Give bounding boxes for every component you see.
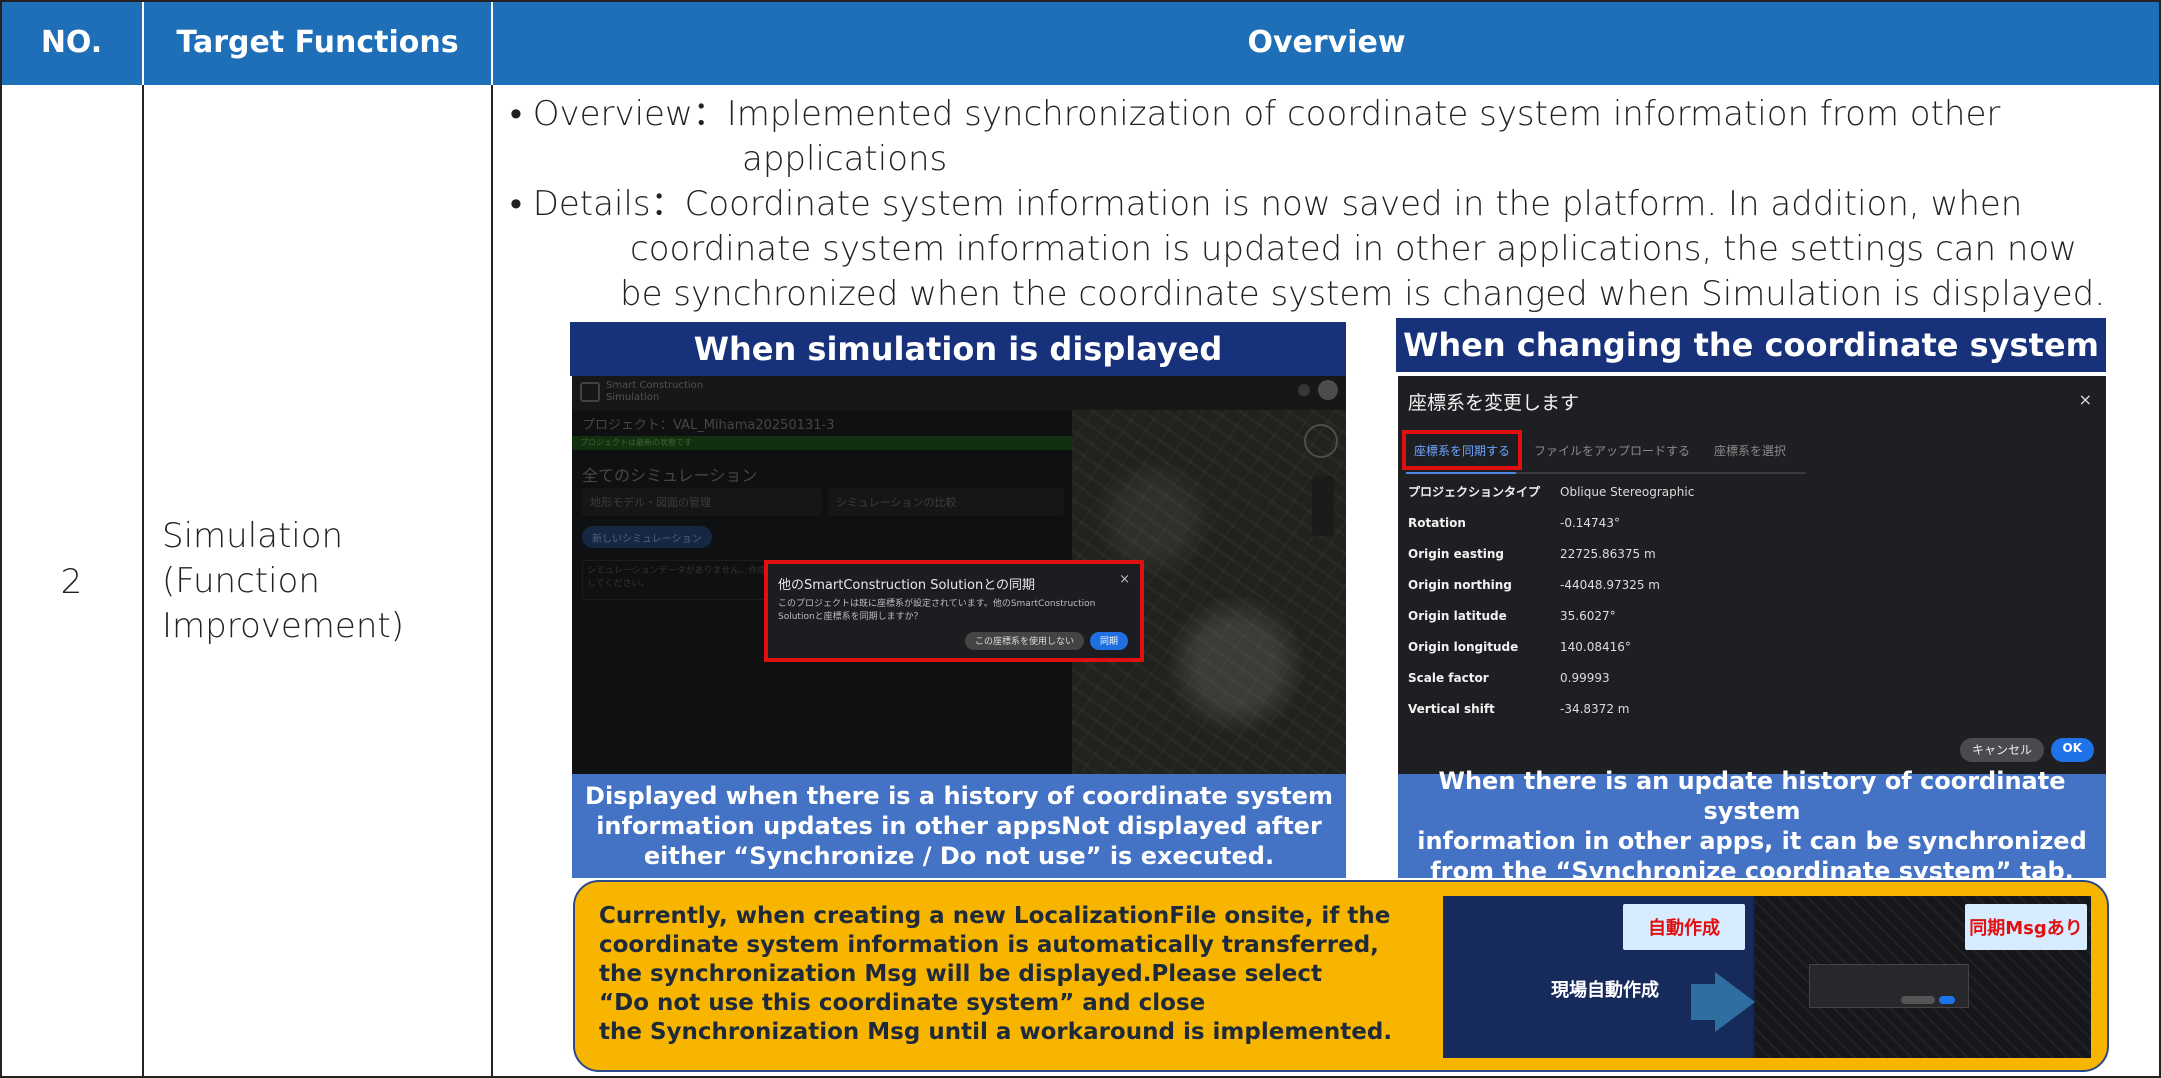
property-row: Scale factor 0.99993 — [1408, 662, 1694, 693]
column-divider — [491, 85, 493, 1078]
target-function-line: Simulation — [162, 516, 344, 556]
sync-msg-tag: 同期Msgあり — [1965, 904, 2087, 950]
caption-line: information in other apps, it can be syn… — [1417, 827, 2087, 855]
property-row: Origin northing -44048.97325 m — [1408, 569, 1694, 600]
target-function-line: Improvement) — [162, 606, 404, 646]
tab-upload-file[interactable]: ファイルをアップロードする — [1522, 430, 1702, 470]
property-value: -34.8372 m — [1560, 701, 1630, 716]
header-overview: Overview — [492, 0, 2161, 85]
note-line: Currently, when creating a new Localizat… — [599, 903, 1391, 929]
tab-sync-coordinate-system[interactable]: 座標系を同期する — [1402, 430, 1523, 470]
row-number: 2 — [60, 561, 83, 602]
ok-button[interactable]: OK — [2050, 738, 2094, 762]
header-divider — [491, 0, 493, 85]
coordinate-dialog-screenshot: 座標系を変更します × 座標系を同期する ファイルをアップロードする 座標系を選… — [1398, 376, 2106, 774]
active-tab-indicator — [1406, 472, 1516, 474]
right-panel-caption: When there is an update history of coord… — [1398, 767, 2106, 885]
workaround-note: Currently, when creating a new Localizat… — [573, 880, 2109, 1072]
close-icon[interactable]: × — [1119, 572, 1130, 587]
site-auto-create-label: 現場自動作成 — [1551, 980, 1659, 1001]
sync-button[interactable]: 同期 — [1089, 632, 1128, 650]
note-line: the synchronization Msg will be displaye… — [599, 961, 1322, 987]
caption-line: When there is an update history of coord… — [1438, 767, 2066, 825]
mini-dialog-button — [1901, 996, 1935, 1004]
close-icon[interactable]: × — [2079, 390, 2092, 409]
note-line: coordinate system information is automat… — [599, 932, 1379, 958]
simulation-screenshot: Smart Construction Simulation プロジェクト：VAL… — [572, 376, 1346, 774]
coordinate-properties: プロジェクションタイプ Oblique Stereographic Rotatio… — [1408, 476, 1694, 724]
header-no: NO. — [0, 0, 143, 85]
caption-line: information updates in other appsNot dis… — [596, 812, 1322, 840]
left-panel-title: When simulation is displayed — [570, 322, 1346, 376]
property-value: 140.08416° — [1560, 639, 1631, 654]
note-line: the Synchronization Msg until a workarou… — [599, 1019, 1393, 1045]
property-row: Origin latitude 35.6027° — [1408, 600, 1694, 631]
property-row: プロジェクションタイプ Oblique Stereographic — [1408, 476, 1694, 507]
details-bullet-line: coordinate system information is updated… — [630, 229, 2077, 269]
do-not-use-button[interactable]: この座標系を使用しない — [964, 632, 1084, 650]
details-bullet-line: be synchronized when the coordinate syst… — [620, 274, 2106, 314]
arrow-head-icon — [1715, 972, 1755, 1032]
property-key: Vertical shift — [1408, 701, 1495, 716]
property-value: -0.14743° — [1560, 515, 1620, 530]
target-function-text: Simulation (Function Improvement) — [162, 514, 404, 649]
note-line: “Do not use this coordinate system” and … — [599, 990, 1206, 1016]
left-panel-caption: Displayed when there is a history of coo… — [572, 774, 1346, 878]
property-key: プロジェクションタイプ — [1408, 485, 1541, 499]
property-key: Origin northing — [1408, 577, 1512, 592]
overview-bullets: • Overview：Implemented synchronization o… — [510, 92, 2150, 317]
property-row: Origin easting 22725.86375 m — [1408, 538, 1694, 569]
mini-dialog-button — [1939, 996, 1955, 1004]
property-key: Origin latitude — [1408, 608, 1507, 623]
caption-line: either “Synchronize / Do not use” is exe… — [643, 842, 1275, 870]
sync-dialog-title: 他のSmartConstruction Solutionとの同期 — [778, 578, 1036, 593]
sync-dialog-body: このプロジェクトは既に座標系が設定されています。他のSmartConstruct… — [778, 599, 1096, 622]
caption-line: Displayed when there is a history of coo… — [585, 782, 1333, 810]
property-value: -44048.97325 m — [1560, 577, 1660, 592]
target-function-cell: Simulation (Function Improvement) — [162, 85, 482, 1078]
property-key: Scale factor — [1408, 670, 1489, 685]
overview-bullet-line: • Overview：Implemented synchronization o… — [510, 94, 2001, 134]
property-row: Vertical shift -34.8372 m — [1408, 693, 1694, 724]
property-key: Rotation — [1408, 515, 1466, 530]
sync-dialog: 他のSmartConstruction Solutionとの同期 × このプロジ… — [764, 560, 1144, 662]
property-key: Origin longitude — [1408, 639, 1519, 654]
header-divider — [142, 0, 144, 85]
header-target-functions: Target Functions — [143, 0, 492, 85]
details-bullet-line: • Details：Coordinate system information … — [510, 184, 2023, 224]
note-text: Currently, when creating a new Localizat… — [599, 902, 1419, 1047]
property-value: Oblique Stereographic — [1560, 484, 1695, 499]
cancel-button[interactable]: キャンセル — [1959, 738, 2044, 762]
coordinate-dialog-title: 座標系を変更します — [1408, 392, 1580, 414]
auto-create-tag: 自動作成 — [1623, 904, 1745, 950]
property-value: 35.6027° — [1560, 608, 1616, 623]
right-panel-title: When changing the coordinate system — [1396, 318, 2106, 372]
property-row: Rotation -0.14743° — [1408, 507, 1694, 538]
tab-underline — [1516, 472, 1806, 474]
workaround-illustration: 現場自動作成 自動作成 同期Msgあり — [1443, 896, 2091, 1058]
overview-bullet-line: applications — [742, 139, 948, 179]
coordinate-tabs: 座標系を同期する ファイルをアップロードする 座標系を選択 — [1402, 430, 1798, 470]
property-value: 22725.86375 m — [1560, 546, 1656, 561]
property-value: 0.99993 — [1560, 670, 1610, 685]
property-key: Origin easting — [1408, 546, 1505, 561]
tab-select-coordinate-system[interactable]: 座標系を選択 — [1702, 430, 1798, 470]
target-function-line: (Function — [162, 561, 320, 601]
property-row: Origin longitude 140.08416° — [1408, 631, 1694, 662]
